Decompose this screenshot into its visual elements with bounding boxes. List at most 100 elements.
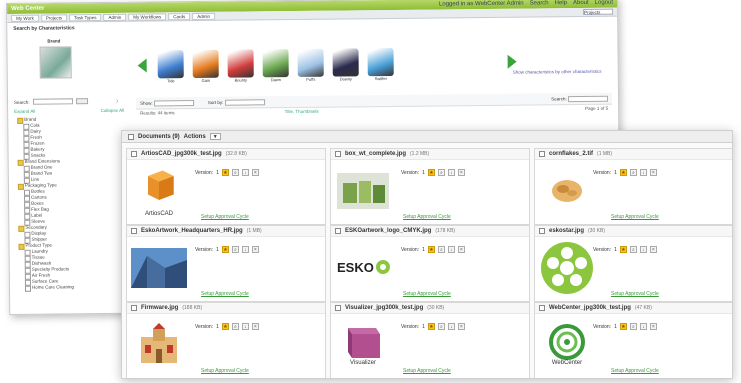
download-icon[interactable]: ↓ <box>447 246 455 253</box>
tree-item[interactable]: Home Care Cleaning <box>16 284 126 291</box>
product-thumbnail[interactable]: Swiffer <box>365 47 395 81</box>
favorite-star-icon[interactable]: ★ <box>221 169 229 176</box>
document-name[interactable]: Firmware.jpg <box>141 305 178 311</box>
scroll-right-arrow-icon[interactable] <box>507 54 517 69</box>
sort-select[interactable] <box>224 98 265 106</box>
browse-characteristics-link[interactable]: Show characteristics by other characteri… <box>513 69 602 75</box>
favorite-star-icon[interactable]: ★ <box>427 323 435 330</box>
document-thumbnail[interactable] <box>337 165 389 217</box>
download-icon[interactable]: ↓ <box>639 246 647 253</box>
brand-thumbnail[interactable] <box>39 46 72 79</box>
favorite-star-icon[interactable]: ★ <box>427 169 435 176</box>
delete-icon[interactable]: × <box>457 169 465 176</box>
product-thumbnail[interactable]: Downy <box>330 48 360 82</box>
product-thumbnail[interactable]: Bounty <box>226 49 256 83</box>
tree-search-input[interactable] <box>32 98 73 105</box>
document-card[interactable]: eskostar.jpg (30 KB) Version: 1 ★ ⌕ ↓ × Setup Ap… <box>534 225 732 302</box>
document-name[interactable]: Visualizer_jpg300k_test.jpg <box>345 305 423 311</box>
menu-tab[interactable]: My Workflows <box>128 12 167 21</box>
document-checkbox[interactable] <box>539 151 545 157</box>
delete-icon[interactable]: × <box>649 169 657 176</box>
delete-icon[interactable]: × <box>649 323 657 330</box>
document-name[interactable]: WebCenter_jpg300k_test.jpg <box>549 305 631 311</box>
document-card[interactable]: ESKOartwork_logo_CMYK.jpg (178 KB) ESKO Ver… <box>330 225 530 302</box>
download-icon[interactable]: ↓ <box>241 169 249 176</box>
document-card[interactable]: Visualizer_jpg300k_test.jpg (30 KB) Visual… <box>330 302 530 378</box>
favorite-star-icon[interactable]: ★ <box>221 246 229 253</box>
setup-approval-link[interactable]: Setup Approval Cycle <box>201 291 249 297</box>
document-thumbnail[interactable] <box>133 319 185 371</box>
product-thumbnail[interactable]: Tide <box>156 50 186 83</box>
results-columns[interactable]: Title, Thumbnails <box>285 109 319 117</box>
scroll-left-arrow-icon[interactable] <box>137 58 147 73</box>
collapse-all-link[interactable]: Collapse All <box>101 108 125 113</box>
user-link[interactable]: Logout <box>595 0 613 6</box>
menu-tab[interactable]: Admin <box>192 12 216 20</box>
favorite-star-icon[interactable]: ★ <box>619 169 627 176</box>
download-icon[interactable]: ↓ <box>241 246 249 253</box>
zoom-icon[interactable]: ⌕ <box>629 169 637 176</box>
setup-approval-link[interactable]: Setup Approval Cycle <box>201 214 249 220</box>
document-checkbox[interactable] <box>131 305 137 311</box>
document-checkbox[interactable] <box>539 305 545 311</box>
expand-all-link[interactable]: Expand All <box>14 109 35 114</box>
zoom-icon[interactable]: ⌕ <box>629 323 637 330</box>
select-all-checkbox[interactable] <box>128 133 134 140</box>
setup-approval-link[interactable]: Setup Approval Cycle <box>611 214 659 220</box>
download-icon[interactable]: ↓ <box>639 323 647 330</box>
document-thumbnail[interactable] <box>131 242 187 294</box>
document-thumbnail[interactable]: Visualizer <box>337 319 389 371</box>
user-link[interactable]: Help <box>555 0 567 6</box>
product-thumbnail[interactable]: Dawn <box>260 49 290 82</box>
setup-approval-link[interactable]: Setup Approval Cycle <box>611 291 659 297</box>
document-name[interactable]: EskoArtwork_Headquarters_HR.jpg <box>141 228 243 234</box>
setup-approval-link[interactable]: Setup Approval Cycle <box>201 368 249 374</box>
search-scope-select[interactable]: Projects <box>583 8 614 15</box>
delete-icon[interactable]: × <box>251 323 259 330</box>
setup-approval-link[interactable]: Setup Approval Cycle <box>403 214 451 220</box>
document-checkbox[interactable] <box>335 228 341 234</box>
menu-tab[interactable]: Projects <box>40 13 68 22</box>
zoom-icon[interactable]: ⌕ <box>629 246 637 253</box>
document-thumbnail[interactable] <box>541 165 593 217</box>
document-name[interactable]: box_wt_complete.jpg <box>345 151 406 157</box>
zoom-icon[interactable]: ⌕ <box>231 169 239 176</box>
favorite-star-icon[interactable]: ★ <box>427 246 435 253</box>
zoom-icon[interactable]: ⌕ <box>437 246 445 253</box>
document-checkbox[interactable] <box>335 305 341 311</box>
setup-approval-link[interactable]: Setup Approval Cycle <box>403 368 451 374</box>
menu-tab[interactable]: Task Types <box>69 13 102 21</box>
zoom-icon[interactable]: ⌕ <box>437 323 445 330</box>
setup-approval-link[interactable]: Setup Approval Cycle <box>611 368 659 374</box>
delete-icon[interactable]: × <box>649 246 657 253</box>
document-card[interactable]: WebCenter_jpg300k_test.jpg (47 KB) WebCent… <box>534 302 732 378</box>
user-link[interactable]: Logged in as WebCenter Admin <box>439 1 524 8</box>
download-icon[interactable]: ↓ <box>241 323 249 330</box>
document-thumbnail[interactable]: ESKO <box>335 242 390 294</box>
download-icon[interactable]: ↓ <box>447 169 455 176</box>
zoom-icon[interactable]: ⌕ <box>231 323 239 330</box>
setup-approval-link[interactable]: Setup Approval Cycle <box>403 291 451 297</box>
document-name[interactable]: eskostar.jpg <box>549 228 584 234</box>
favorite-star-icon[interactable]: ★ <box>221 323 229 330</box>
menu-tab[interactable]: My Work <box>11 14 39 22</box>
delete-icon[interactable]: × <box>251 169 259 176</box>
menu-tab[interactable]: Cards <box>168 12 191 20</box>
document-checkbox[interactable] <box>131 151 137 157</box>
document-card[interactable]: cornflakes_2.tif (1 MB) Version: 1 ★ ⌕ ↓ × Setup… <box>534 148 732 225</box>
show-select[interactable] <box>153 99 194 106</box>
document-name[interactable]: ArtiosCAD_jpg300k_test.jpg <box>141 151 222 157</box>
document-thumbnail[interactable] <box>541 242 593 294</box>
favorite-star-icon[interactable]: ★ <box>619 246 627 253</box>
filter-search-input[interactable] <box>568 95 609 102</box>
document-checkbox[interactable] <box>335 151 341 157</box>
product-thumbnail[interactable]: Gain <box>191 49 221 83</box>
tree-search-button[interactable] <box>75 98 88 105</box>
document-name[interactable]: ESKOartwork_logo_CMYK.jpg <box>345 228 431 234</box>
favorite-star-icon[interactable]: ★ <box>619 323 627 330</box>
document-checkbox[interactable] <box>539 228 545 234</box>
document-checkbox[interactable] <box>131 228 137 234</box>
document-thumbnail[interactable]: WebCenter <box>541 319 593 371</box>
document-card[interactable]: box_wt_complete.jpg (1.2 MB) Version: 1 ★ ⌕ ↓ ×… <box>330 148 530 225</box>
zoom-icon[interactable]: ⌕ <box>437 169 445 176</box>
